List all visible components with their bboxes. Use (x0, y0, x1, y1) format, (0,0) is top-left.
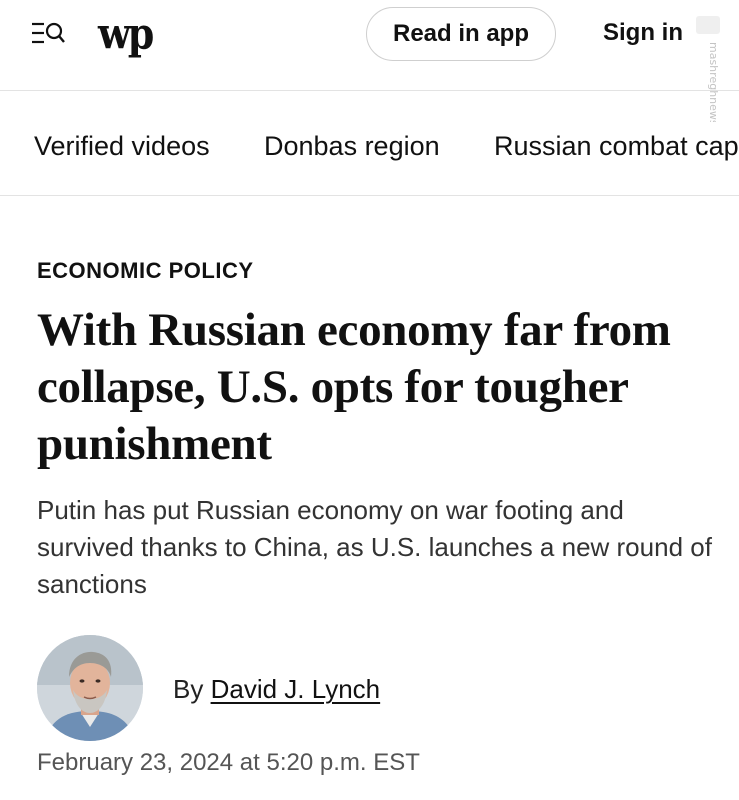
article-headline: With Russian economy far from collapse, … (37, 304, 671, 470)
author-avatar[interactable] (37, 635, 143, 741)
topic-link-donbas-region[interactable]: Donbas region (264, 129, 440, 163)
read-in-app-button[interactable]: Read in app (366, 7, 556, 61)
article-byline: By David J. Lynch (173, 672, 380, 706)
byline-prefix: By (173, 674, 204, 704)
author-link[interactable]: David J. Lynch (211, 674, 381, 704)
washington-post-logo[interactable]: wp (98, 3, 154, 66)
topic-navigation: Verified videos Donbas region Russian co… (0, 91, 739, 196)
publish-timestamp: February 23, 2024 at 5:20 p.m. EST (37, 749, 420, 776)
menu-search-icon[interactable] (30, 20, 66, 48)
author-portrait-image (37, 635, 143, 741)
article-dek: Putin has put Russian economy on war foo… (37, 495, 712, 599)
site-header: wp Read in app Sign in mashreghnews.ir (0, 0, 739, 122)
topic-link-verified-videos[interactable]: Verified videos (34, 129, 210, 163)
menu-search-glyph (32, 22, 65, 44)
sign-in-link[interactable]: Sign in (603, 17, 683, 49)
section-kicker[interactable]: ECONOMIC POLICY (37, 257, 254, 285)
topic-link-russian-combat-capabilities[interactable]: Russian combat capabilities (494, 129, 739, 163)
